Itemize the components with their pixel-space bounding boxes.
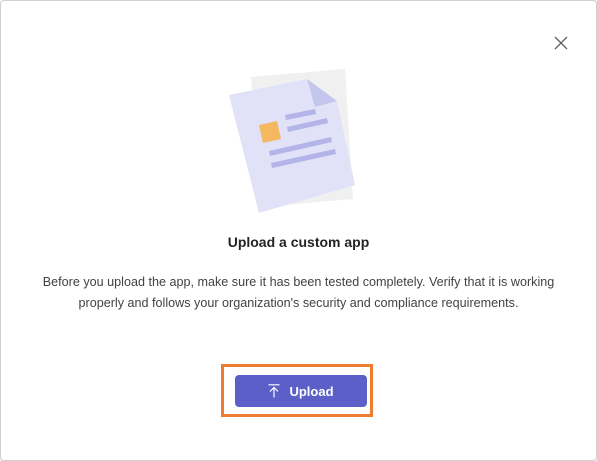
upload-custom-app-dialog: Upload a custom app Before you upload th… (0, 0, 597, 461)
close-icon (554, 36, 568, 50)
document-icon (229, 69, 355, 213)
dialog-description: Before you upload the app, make sure it … (42, 275, 555, 310)
arrow-up-to-line-icon (268, 384, 280, 398)
upload-button[interactable]: Upload (235, 375, 367, 407)
upload-button-label: Upload (289, 383, 334, 399)
close-button[interactable] (547, 29, 575, 57)
dialog-title: Upload a custom app (227, 234, 370, 250)
